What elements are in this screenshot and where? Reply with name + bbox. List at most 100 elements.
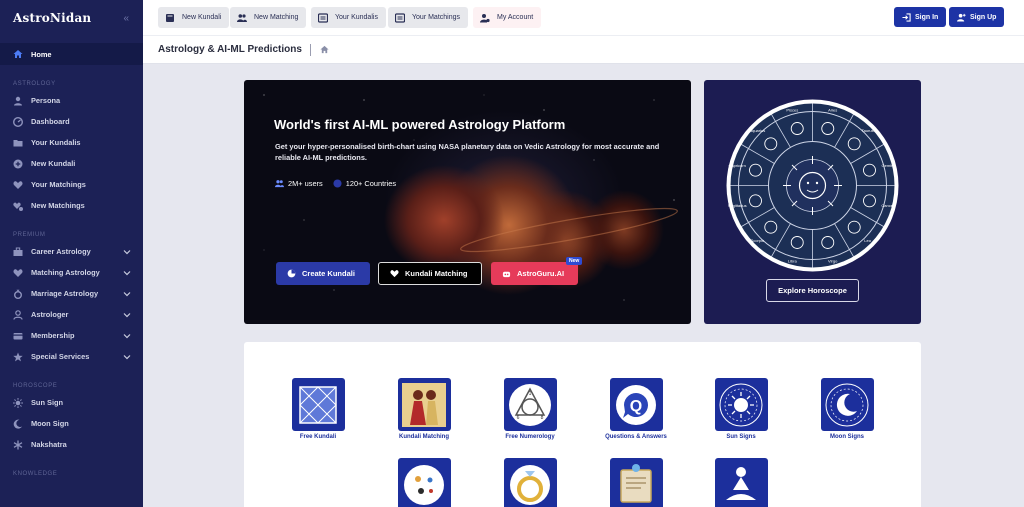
briefcase-icon <box>13 247 23 257</box>
heart-icon <box>13 268 23 278</box>
top-bar: New Kundali New Matching Your Kundalis Y… <box>143 0 1024 35</box>
my-account-button[interactable]: My Account <box>473 7 542 28</box>
heart-add-icon <box>13 201 23 211</box>
feature-sun-signs[interactable]: Sun Signs <box>701 378 781 440</box>
sidebar-item-special-services[interactable]: Special Services <box>0 346 143 367</box>
zodiac-label: Virgo <box>828 258 838 263</box>
create-kundali-button[interactable]: Create Kundali <box>276 262 370 285</box>
login-icon <box>902 12 911 22</box>
astrology-items: Persona Dashboard Your Kundalis New Kund… <box>0 90 143 216</box>
list-icon <box>318 12 328 23</box>
feature-free-kundali[interactable]: Free Kundali <box>278 378 358 440</box>
sidebar-item-astrologer[interactable]: Astrologer <box>0 304 143 325</box>
svg-text:6: 6 <box>517 415 520 421</box>
sign-up-button[interactable]: Sign Up <box>949 7 1005 27</box>
chevron-down-icon <box>123 333 131 338</box>
zodiac-wheel-icon[interactable]: Aries Taurus Gemini Cancer Leo Virgo Libra Scor… <box>725 98 900 273</box>
heart-icon <box>390 269 399 278</box>
svg-text:8: 8 <box>541 415 544 421</box>
divider <box>309 43 311 56</box>
section-premium: PREMIUM <box>13 232 46 238</box>
sidebar-item-nakshatra[interactable]: Nakshatra <box>0 434 143 455</box>
svg-text:Q: Q <box>630 398 642 415</box>
chevron-down-icon <box>123 312 131 317</box>
sidebar-item-career-astrology[interactable]: Career Astrology <box>0 241 143 262</box>
feature-kundali-matching[interactable]: Kundali Matching <box>384 378 464 440</box>
sidebar-item-your-kundalis[interactable]: Your Kundalis <box>0 132 143 153</box>
feature-questions-answers[interactable]: Q Questions & Answers <box>596 378 676 440</box>
sidebar-item-new-kundali[interactable]: New Kundali <box>0 153 143 174</box>
kundali-matching-button[interactable]: Kundali Matching <box>378 262 482 285</box>
your-matchings-button[interactable]: Your Matchings <box>388 7 468 28</box>
users-icon <box>275 179 284 188</box>
astroguru-button[interactable]: AstroGuru.AI <box>491 262 578 285</box>
robot-icon <box>502 269 511 278</box>
sidebar-item-dashboard[interactable]: Dashboard <box>0 111 143 132</box>
collapse-sidebar-icon[interactable]: « <box>123 13 129 24</box>
explore-horoscope-button[interactable]: Explore Horoscope <box>766 279 859 302</box>
heart-icon <box>13 180 23 190</box>
user-icon <box>13 96 23 106</box>
question-icon: Q <box>609 378 663 431</box>
countries-stat: 120+ Countries <box>333 179 396 188</box>
person-icon <box>13 309 23 320</box>
chevron-down-icon <box>123 270 131 275</box>
sidebar-item-home[interactable]: Home <box>0 43 143 65</box>
zodiac-label: Taurus <box>862 128 874 133</box>
users-stat: 2M+ users <box>275 179 323 188</box>
new-matching-button[interactable]: New Matching <box>230 7 307 28</box>
sidebar-item-marriage-astrology[interactable]: Marriage Astrology <box>0 283 143 304</box>
zodiac-label: Aquarius <box>749 128 765 133</box>
your-kundalis-button[interactable]: Your Kundalis <box>311 7 386 28</box>
user-add-icon <box>957 13 966 22</box>
sign-in-button[interactable]: Sign In <box>894 7 947 27</box>
new-kundali-button[interactable]: New Kundali <box>158 7 230 28</box>
hero-stats: 2M+ users 120+ Countries <box>275 179 396 188</box>
feature-planets[interactable] <box>384 458 464 507</box>
scroll-icon <box>609 458 663 507</box>
feature-moon-signs[interactable]: Moon Signs <box>807 378 887 440</box>
section-astrology: ASTROLOGY <box>13 81 56 87</box>
page-title: Astrology & AI-ML Predictions <box>158 44 302 55</box>
dashboard-icon <box>13 116 23 127</box>
hero-title: World's first AI-ML powered Astrology Pl… <box>274 117 566 132</box>
star-icon <box>13 352 23 362</box>
horoscope-items: Sun Sign Moon Sign Nakshatra <box>0 392 143 455</box>
asterisk-icon <box>13 440 23 450</box>
chevron-down-icon <box>123 354 131 359</box>
add-icon <box>13 159 23 169</box>
sidebar-item-membership[interactable]: Membership <box>0 325 143 346</box>
sidebar-item-moon-sign[interactable]: Moon Sign <box>0 413 143 434</box>
zodiac-label: Cancer <box>881 203 895 208</box>
feature-marriage[interactable] <box>490 458 570 507</box>
users-icon <box>237 13 247 23</box>
svg-text:1: 1 <box>529 391 532 397</box>
home-icon <box>13 49 23 59</box>
pie-icon <box>287 269 296 278</box>
hero-subtitle: Get your hyper-personalised birth-chart … <box>275 142 660 162</box>
sidebar: AstroNidan « Home ASTROLOGY Persona Dash… <box>0 0 143 507</box>
sidebar-item-new-matchings[interactable]: New Matchings <box>0 195 143 216</box>
sidebar-item-sun-sign[interactable]: Sun Sign <box>0 392 143 413</box>
chevron-down-icon <box>123 249 131 254</box>
zodiac-label: Capricorn <box>728 163 745 168</box>
premium-items: Career Astrology Matching Astrology Marr… <box>0 241 143 367</box>
kundali-chart-icon <box>291 378 345 431</box>
sidebar-item-persona[interactable]: Persona <box>0 90 143 111</box>
feature-free-numerology[interactable]: 168 Free Numerology <box>490 378 570 440</box>
sidebar-item-your-matchings[interactable]: Your Matchings <box>0 174 143 195</box>
section-knowledge: KNOWLEDGE <box>13 471 58 477</box>
zodiac-label: Leo <box>864 238 871 243</box>
moon-sign-icon <box>820 378 874 431</box>
feature-meditation[interactable] <box>701 458 781 507</box>
home-icon[interactable] <box>320 45 329 54</box>
moon-icon <box>13 419 23 429</box>
new-badge: New <box>566 257 583 265</box>
feature-scroll[interactable] <box>596 458 676 507</box>
brand-logo[interactable]: AstroNidan <box>13 11 91 25</box>
zodiac-label: Scorpio <box>751 238 765 243</box>
numerology-icon: 1 6 8 <box>503 378 557 431</box>
hero-banner: World's first AI-ML powered Astrology Pl… <box>244 80 691 324</box>
breadcrumb: Astrology & AI-ML Predictions <box>143 35 1024 64</box>
sidebar-item-matching-astrology[interactable]: Matching Astrology <box>0 262 143 283</box>
